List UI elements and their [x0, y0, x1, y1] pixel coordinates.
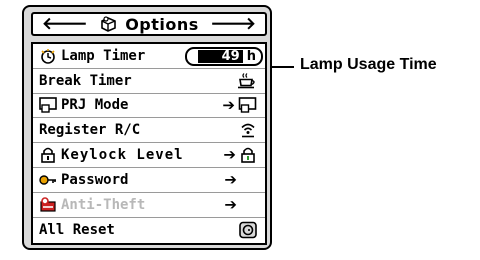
submenu-arrow-icon: ➔ — [224, 195, 237, 214]
break-timer-label: Break Timer — [39, 72, 132, 89]
callout-line — [272, 66, 294, 68]
submenu-arrow-icon: ➔ — [223, 145, 236, 164]
coffee-cup-icon — [238, 72, 255, 88]
menu-list: Lamp Timer 49 h Break Timer PRJ Mode ➔ R… — [31, 42, 267, 245]
keylock-level-label: Keylock Level — [61, 147, 184, 164]
menu-item-register-rc[interactable]: Register R/C — [33, 118, 265, 144]
lamp-usage-time-callout: Lamp Usage Time — [300, 56, 437, 73]
lamp-usage-unit: h — [246, 49, 256, 64]
padlock-icon — [41, 147, 55, 163]
menu-header: 🡐 Options 🡒 — [31, 12, 267, 36]
menu-item-lamp-timer[interactable]: Lamp Timer 49 h — [33, 44, 265, 69]
prj-mode-label: PRJ Mode — [61, 97, 129, 114]
menu-item-break-timer[interactable]: Break Timer — [33, 69, 265, 94]
lamp-usage-value: 49 — [197, 50, 243, 63]
submenu-arrow-icon: ➔ — [222, 95, 235, 114]
menu-item-prj-mode[interactable]: PRJ Mode ➔ — [33, 94, 265, 119]
anti-theft-label: Anti-Theft — [61, 196, 146, 213]
menu-title: Options — [125, 14, 199, 34]
password-label: Password — [61, 171, 129, 188]
prj-mode-icon — [238, 97, 257, 114]
padlock-icon — [241, 147, 255, 163]
key-icon — [39, 175, 56, 185]
anti-theft-icon — [40, 196, 56, 212]
prj-mode-icon — [39, 97, 57, 114]
lamp-timer-icon — [41, 48, 55, 64]
register-rc-label: Register R/C — [39, 122, 141, 139]
menu-item-anti-theft: Anti-Theft ➔ — [33, 193, 265, 218]
menu-item-keylock-level[interactable]: Keylock Level ➔ — [33, 143, 265, 168]
remote-signal-icon — [241, 123, 255, 138]
menu-item-password[interactable]: Password ➔ — [33, 168, 265, 193]
arrow-left-icon[interactable]: 🡐 — [42, 15, 88, 33]
options-menu: 🡐 Options 🡒 Lamp Timer 49 h Break Timer … — [22, 5, 272, 250]
lamp-usage-readout: 49 h — [185, 47, 263, 66]
menu-item-all-reset[interactable]: All Reset — [33, 218, 265, 243]
options-puzzle-icon — [101, 16, 117, 32]
all-reset-label: All Reset — [39, 221, 115, 238]
arrow-right-icon[interactable]: 🡒 — [210, 15, 256, 33]
submenu-arrow-icon: ➔ — [224, 170, 237, 189]
reset-button-icon — [239, 221, 257, 239]
lamp-timer-label: Lamp Timer — [61, 47, 146, 64]
